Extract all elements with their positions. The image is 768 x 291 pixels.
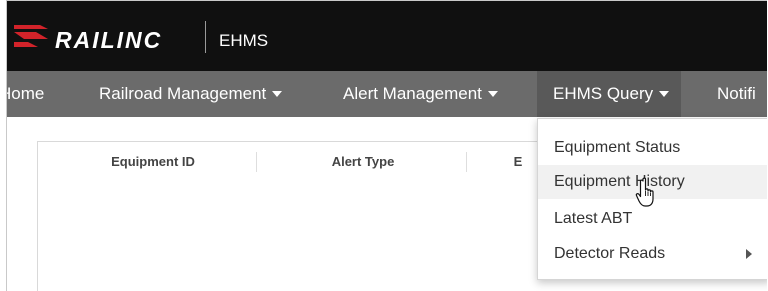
- nav-item-label: Home: [7, 84, 45, 103]
- logo-divider: [205, 21, 206, 53]
- menu-item-label: Detector Reads: [554, 245, 666, 262]
- railinc-logo-icon: [14, 25, 48, 47]
- column-separator: [466, 152, 467, 172]
- app-window: RAILINC EHMS Home Railroad Management Al…: [6, 0, 767, 291]
- main-nav: Home Railroad Management Alert Managemen…: [7, 71, 767, 117]
- top-bar: RAILINC EHMS: [7, 1, 767, 71]
- nav-item-home[interactable]: Home: [7, 71, 45, 117]
- submenu-arrow-icon: [746, 249, 752, 259]
- menu-item-detector-reads[interactable]: Detector Reads: [538, 237, 767, 271]
- nav-item-label: Notifi: [717, 84, 756, 103]
- caret-down-icon: [272, 91, 283, 97]
- menu-item-equipment-status[interactable]: Equipment Status: [538, 131, 767, 165]
- nav-item-alert-management[interactable]: Alert Management: [343, 71, 498, 117]
- logo-text[interactable]: RAILINC: [55, 27, 162, 53]
- menu-item-label: Equipment Status: [554, 139, 681, 156]
- nav-item-railroad-management[interactable]: Railroad Management: [99, 71, 283, 117]
- nav-item-notifications[interactable]: Notifi: [717, 71, 756, 117]
- hand-pointer-icon: [635, 177, 654, 207]
- menu-item-label: Latest ABT: [554, 210, 633, 227]
- nav-item-label: Alert Management: [343, 84, 482, 103]
- column-header-alert-type[interactable]: Alert Type: [260, 142, 466, 182]
- column-separator: [256, 152, 257, 172]
- menu-item-label: Equipment History: [554, 173, 685, 190]
- nav-item-label: Railroad Management: [99, 84, 267, 103]
- caret-down-icon: [659, 91, 670, 97]
- nav-item-label: EHMS Query: [553, 84, 654, 103]
- caret-down-icon: [487, 91, 498, 97]
- app-name[interactable]: EHMS: [219, 31, 268, 51]
- column-header-equipment-id[interactable]: Equipment ID: [48, 142, 258, 182]
- nav-item-ehms-query[interactable]: EHMS Query: [537, 71, 681, 117]
